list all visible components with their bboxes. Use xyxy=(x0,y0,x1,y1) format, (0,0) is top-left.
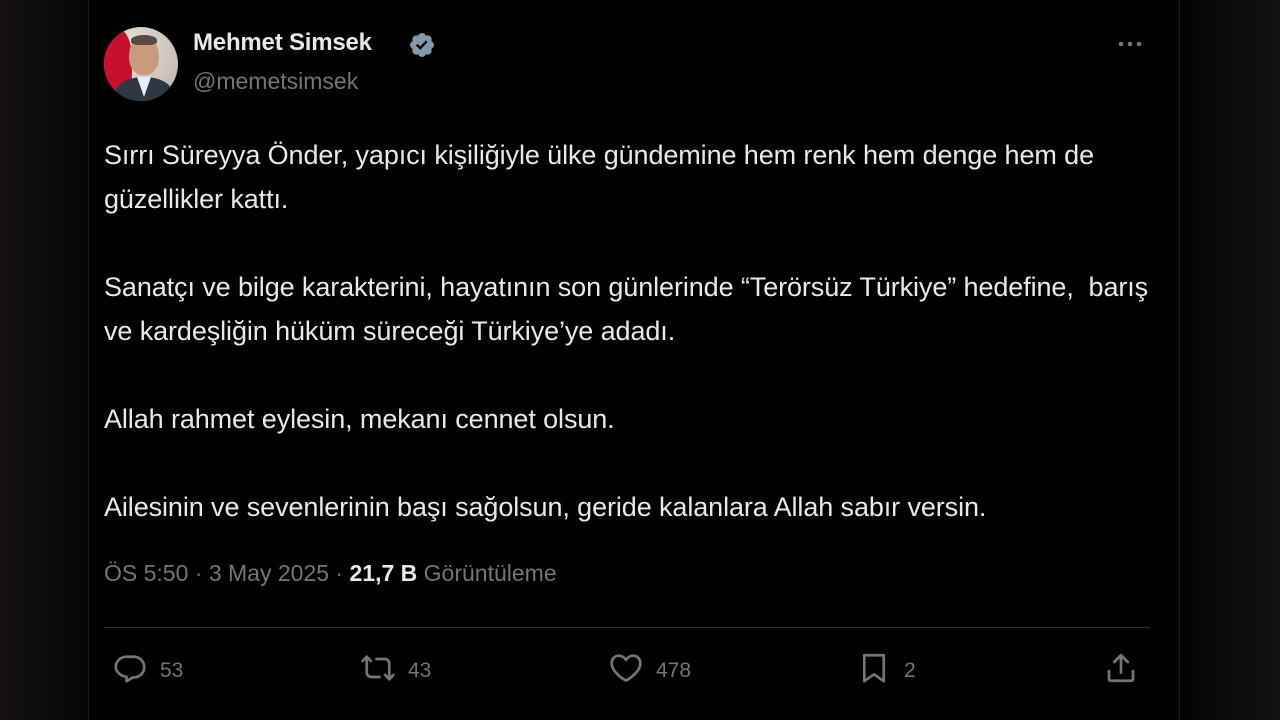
meta-separator: · xyxy=(329,560,350,586)
tweet-date[interactable]: 3 May 2025 xyxy=(209,560,329,586)
like-button[interactable]: 478 xyxy=(608,648,691,688)
tweet-meta: ÖS 5:50 · 3 May 2025 · 21,7 B Görüntülem… xyxy=(104,560,557,587)
tweet-paragraph: Allah rahmet eylesin, mekanı cennet olsu… xyxy=(104,404,615,434)
share-icon xyxy=(1107,653,1135,683)
tweet-body: Sırrı Süreyya Önder, yapıcı kişiliğiyle … xyxy=(104,133,1154,529)
reply-icon xyxy=(114,655,146,683)
share-button[interactable] xyxy=(1103,648,1139,688)
tweet-paragraph: Sanatçı ve bilge karakterini, hayatının … xyxy=(104,272,1156,346)
tweet-paragraph: Sırrı Süreyya Önder, yapıcı kişiliğiyle … xyxy=(104,140,1102,214)
meta-separator: · xyxy=(188,560,209,586)
tweet-time[interactable]: ÖS 5:50 xyxy=(104,560,188,586)
views-count: 21,7 B xyxy=(349,560,418,586)
like-count: 478 xyxy=(656,659,692,682)
verified-badge-icon[interactable] xyxy=(408,31,436,59)
repost-count: 43 xyxy=(408,659,432,682)
right-background-edge xyxy=(1180,0,1280,720)
author-display-name[interactable]: Mehmet Simsek xyxy=(193,29,372,57)
reply-count: 53 xyxy=(160,659,184,682)
more-options-icon[interactable] xyxy=(1114,30,1146,58)
views-label: Görüntüleme xyxy=(417,560,557,586)
left-background-edge xyxy=(0,0,90,720)
heart-icon xyxy=(610,654,642,682)
repost-icon xyxy=(361,655,395,681)
repost-button[interactable]: 43 xyxy=(360,648,431,688)
reply-button[interactable]: 53 xyxy=(112,648,183,688)
avatar[interactable] xyxy=(104,27,178,101)
bookmark-count: 2 xyxy=(904,659,916,682)
divider xyxy=(104,627,1150,628)
author-handle[interactable]: @memetsimsek xyxy=(193,68,358,95)
avatar-hair xyxy=(131,35,157,45)
bookmark-icon xyxy=(862,653,886,683)
tweet-paragraph: Ailesinin ve sevenlerinin başı sağolsun,… xyxy=(104,492,987,522)
bookmark-button[interactable]: 2 xyxy=(856,648,916,688)
